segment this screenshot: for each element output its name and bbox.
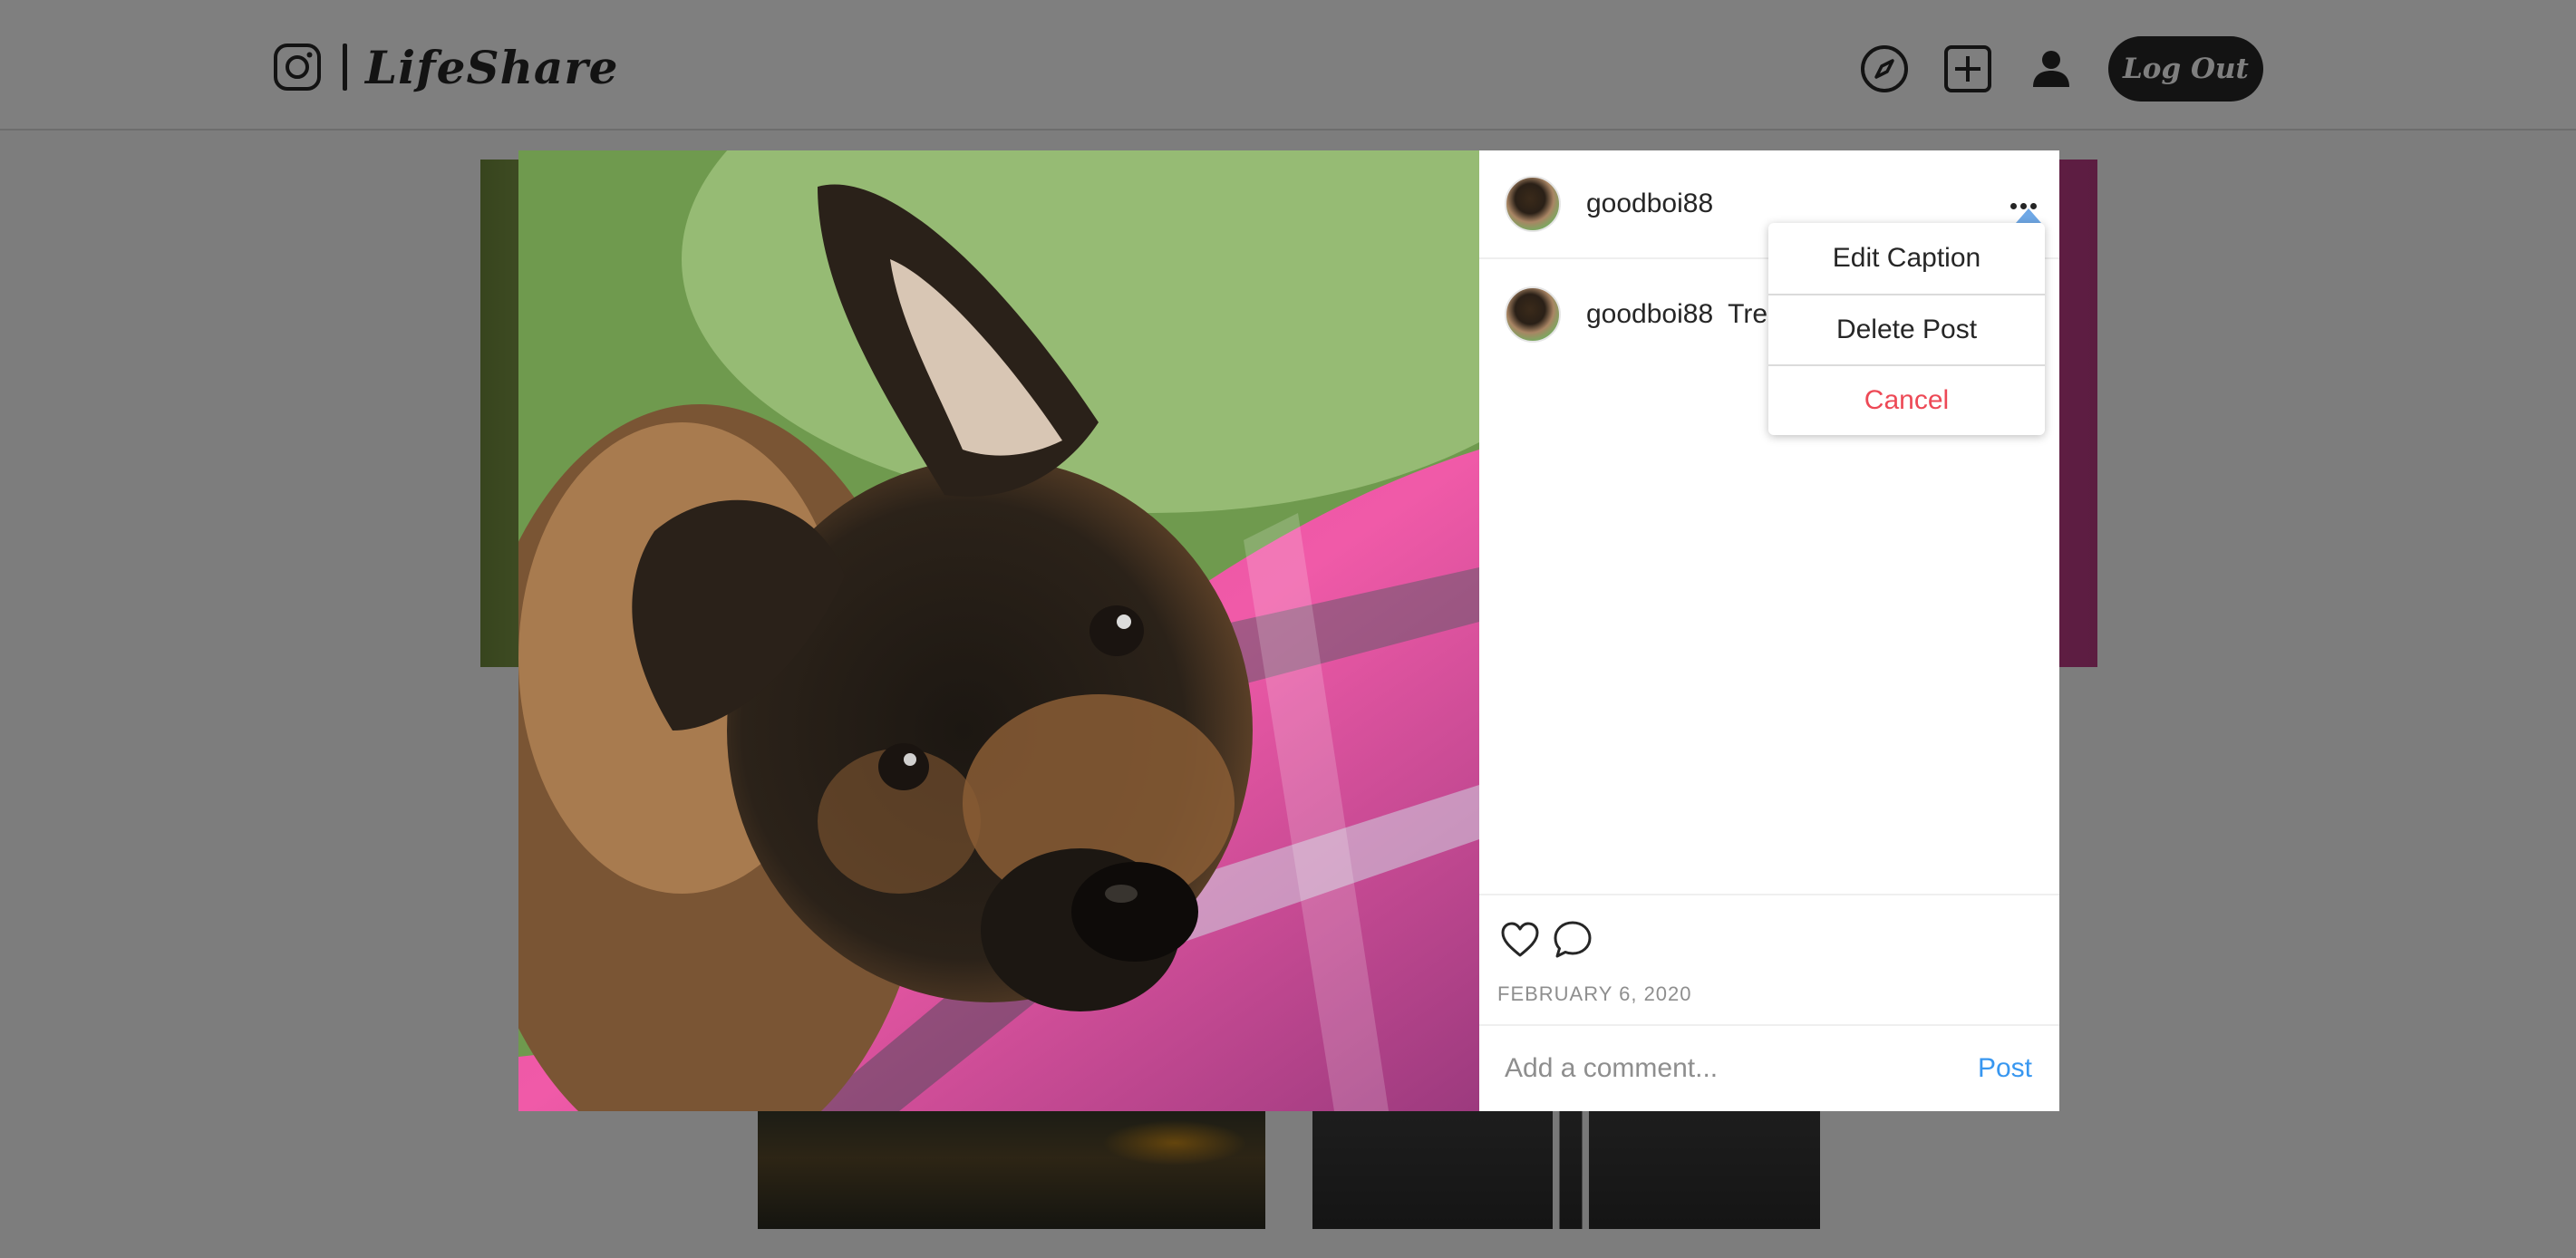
comment-button[interactable] [1552, 919, 1593, 961]
comment-bubble-icon [1554, 921, 1592, 958]
like-button[interactable] [1499, 919, 1541, 961]
avatar[interactable] [1505, 176, 1561, 232]
avatar[interactable] [1505, 286, 1561, 343]
comment-composer: Post [1479, 1024, 2059, 1111]
delete-post-menu-item[interactable]: Delete Post [1768, 294, 2045, 364]
heart-icon [1501, 922, 1539, 957]
caption-text: Tre [1728, 299, 1768, 329]
cancel-menu-item[interactable]: Cancel [1768, 364, 2045, 435]
post-actions: FEBRUARY 6, 2020 [1479, 894, 2059, 1024]
post-photo [518, 150, 1479, 1111]
post-options-menu: Edit Caption Delete Post Cancel [1768, 223, 2045, 435]
edit-caption-menu-item[interactable]: Edit Caption [1768, 223, 2045, 294]
menu-caret [2016, 208, 2041, 223]
puppy-photo-illustration [518, 150, 1479, 1111]
post-comment-button[interactable]: Post [1978, 1053, 2032, 1084]
post-date: FEBRUARY 6, 2020 [1497, 982, 1692, 1005]
post-author-username[interactable]: goodboi88 [1586, 189, 1713, 219]
comment-input[interactable] [1505, 1041, 1978, 1096]
caption-username[interactable]: goodboi88 [1586, 299, 1713, 330]
